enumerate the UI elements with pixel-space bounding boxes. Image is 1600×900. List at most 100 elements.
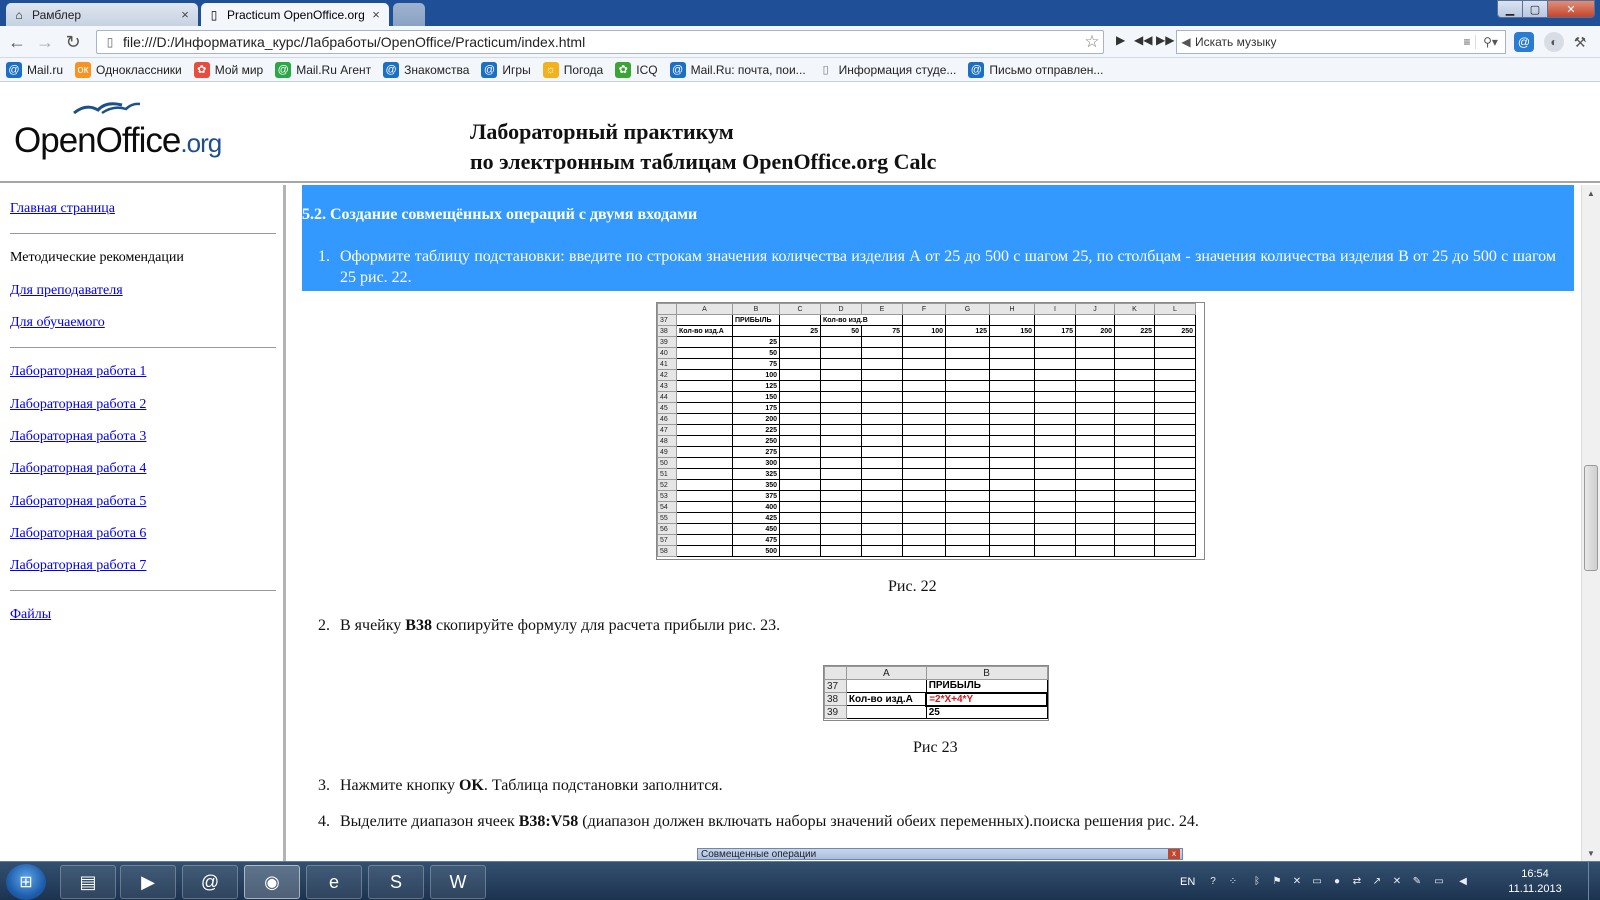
maximize-button[interactable]: ▢ (1522, 0, 1548, 18)
new-tab-button[interactable] (393, 3, 425, 26)
bookmark-item[interactable]: @ Mail.Ru: почта, пои... (669, 61, 806, 78)
arrow-icon[interactable]: ↗ (1370, 874, 1384, 888)
bookmark-star-icon[interactable]: ☆ (1081, 32, 1103, 52)
close-icon[interactable]: × (369, 7, 383, 22)
flag-icon[interactable]: ⚑ (1270, 874, 1284, 888)
menu-icon[interactable]: ≡ (1459, 35, 1475, 49)
scroll-down-icon[interactable]: ▼ (1582, 845, 1600, 861)
tab-bar: ⌂ Рамблер × ▯ Practicum OpenOffice.org ×… (0, 0, 1600, 26)
sidebar-item-student[interactable]: Для обучаемого (10, 315, 105, 331)
bookmark-item[interactable]: @ Mail.Ru Агент (275, 61, 371, 78)
sidebar-item-lab2[interactable]: Лабораторная работа 2 (10, 397, 146, 413)
sidebar-item-lab4[interactable]: Лабораторная работа 4 (10, 461, 146, 477)
bookmark-label: Mail.Ru: почта, пои... (690, 62, 806, 77)
sidebar-item-home[interactable]: Главная страница (10, 201, 115, 217)
cell (820, 512, 862, 524)
cell (676, 468, 733, 480)
scroll-up-icon[interactable]: ▲ (1582, 185, 1600, 201)
forward-arrow-icon[interactable]: → (34, 32, 56, 52)
cell (989, 457, 1035, 469)
bookmark-item[interactable]: @ Знакомства (383, 61, 469, 78)
sidebar-item-lab5[interactable]: Лабораторная работа 5 (10, 494, 146, 510)
column-header: D (820, 303, 862, 315)
cell (1034, 512, 1076, 524)
play-icon[interactable]: ▶ (1116, 33, 1125, 47)
cell (945, 479, 990, 491)
ie-icon[interactable]: e (306, 865, 362, 899)
bookmark-item[interactable]: ✿ Мой мир (193, 61, 264, 78)
gulls-icon (73, 102, 141, 115)
bookmark-item[interactable]: ✿ ICQ (615, 61, 658, 78)
show-desktop-button[interactable] (1588, 862, 1600, 900)
clock[interactable]: 16:54 11.11.2013 (1500, 867, 1570, 897)
tab-practicum[interactable]: ▯ Practicum OpenOffice.org × (201, 3, 389, 26)
bookmark-item[interactable]: @ Mail.ru (6, 61, 63, 78)
network-icon[interactable]: ⁘ (1226, 874, 1240, 888)
explorer-icon[interactable]: ▤ (60, 865, 116, 899)
search-icon[interactable]: ⚲▾ (1475, 35, 1505, 49)
cell (676, 369, 733, 381)
edit-icon[interactable]: ✎ (1410, 874, 1424, 888)
scroll-thumb[interactable] (1584, 465, 1598, 571)
music-search[interactable]: ◀ Искать музыку ≡ ⚲▾ (1176, 30, 1506, 54)
cell (902, 523, 946, 535)
fast-forward-icon[interactable]: ▶▶ (1156, 33, 1174, 47)
extension-icon[interactable]: ◐ (1544, 32, 1564, 52)
column-header (824, 666, 847, 680)
cell (820, 446, 862, 458)
bookmark-label: Мой мир (214, 62, 264, 77)
address-url[interactable]: file:///D:/Информатика_курс/Лабработы/Op… (119, 34, 1081, 50)
cell (861, 446, 903, 458)
bluetooth-icon[interactable]: ᛒ (1250, 874, 1264, 888)
cell (1075, 446, 1115, 458)
sidebar-item-lab6[interactable]: Лабораторная работа 6 (10, 526, 146, 542)
vertical-scrollbar[interactable]: ▲ ▼ (1581, 185, 1600, 861)
tool-icon[interactable]: ✕ (1290, 874, 1304, 888)
sidebar-item-lab1[interactable]: Лабораторная работа 1 (10, 364, 146, 380)
chrome-icon[interactable]: ◉ (244, 865, 300, 899)
media-player-icon[interactable]: ▶ (120, 865, 176, 899)
word-icon[interactable]: W (430, 865, 486, 899)
tab-rambler[interactable]: ⌂ Рамблер × (6, 3, 198, 26)
monitor-icon[interactable]: ▭ (1432, 874, 1446, 888)
music-search-input[interactable]: Искать музыку (1195, 35, 1459, 49)
formula-cell: =2*X+4*Y (925, 691, 1048, 707)
reload-icon[interactable]: ↻ (62, 32, 84, 52)
skype-icon[interactable]: S (368, 865, 424, 899)
sidebar-item-files[interactable]: Файлы (10, 607, 51, 623)
close-icon[interactable]: × (178, 7, 192, 22)
bookmark-item[interactable]: ☼ Погода (542, 61, 603, 78)
bookmark-item[interactable]: ок Одноклассники (75, 61, 182, 78)
minimize-button[interactable]: ▁ (1497, 0, 1523, 18)
sidebar-label-methodics: Методические рекомендации (10, 250, 184, 265)
mailru-agent-icon[interactable]: @ (1514, 32, 1534, 52)
close-window-button[interactable]: ✕ (1547, 0, 1595, 18)
row-number: 46 (657, 413, 677, 425)
start-button[interactable]: ⊞ (6, 864, 46, 900)
bookmark-item[interactable]: @ Письмо отправлен... (968, 61, 1103, 78)
sidebar-item-teacher[interactable]: Для преподавателя (10, 283, 123, 299)
address-bar[interactable]: ▯ file:///D:/Информатика_курс/Лабработы/… (96, 30, 1104, 54)
cell (902, 512, 946, 524)
cell (1034, 380, 1076, 392)
block-icon[interactable]: ✕ (1390, 874, 1404, 888)
back-arrow-icon[interactable]: ← (6, 32, 28, 52)
bookmark-item[interactable]: @ Игры (481, 61, 531, 78)
help-icon[interactable]: ? (1206, 874, 1220, 888)
cell (779, 457, 821, 469)
sync-icon[interactable]: ⇄ (1350, 874, 1364, 888)
cell (945, 490, 990, 502)
antivirus-icon[interactable]: ● (1330, 874, 1344, 888)
bookmark-item[interactable]: ▯ Информация студе... (818, 62, 957, 78)
language-indicator[interactable]: EN (1180, 862, 1195, 900)
cell (820, 468, 862, 480)
cell (1075, 479, 1115, 491)
mailru-agent-icon[interactable]: @ (182, 865, 238, 899)
volume-icon[interactable]: ◀ (1456, 874, 1470, 888)
sidebar-item-lab3[interactable]: Лабораторная работа 3 (10, 429, 146, 445)
rewind-icon[interactable]: ◀◀ (1134, 33, 1152, 47)
sidebar-item-lab7[interactable]: Лабораторная работа 7 (10, 558, 146, 574)
wrench-icon[interactable]: ⚒ (1570, 32, 1590, 52)
cell (902, 380, 946, 392)
display-icon[interactable]: ▭ (1310, 874, 1324, 888)
